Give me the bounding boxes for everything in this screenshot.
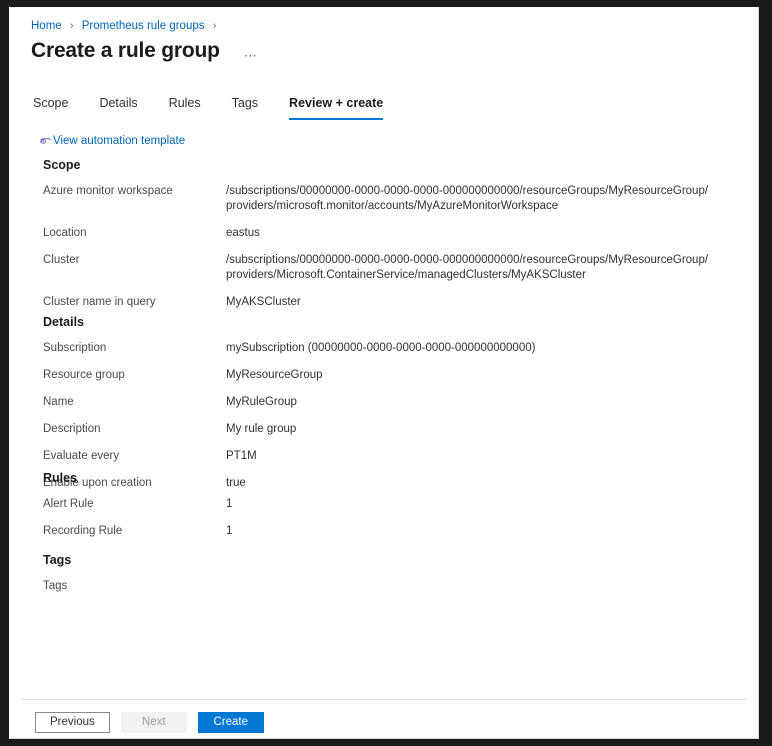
previous-button[interactable]: Previous xyxy=(35,712,110,733)
section-rules: Rules Alert Rule 1 Recording Rule 1 xyxy=(9,470,758,551)
row-label-resource-group: Resource group xyxy=(43,369,125,381)
row-value-azure-monitor-workspace: /subscriptions/00000000-0000-0000-0000-0… xyxy=(226,185,709,212)
section-heading-scope: Scope xyxy=(43,158,81,172)
section-heading-rules: Rules xyxy=(43,471,78,485)
table-row: Name MyRuleGroup xyxy=(9,395,727,422)
tab-review-create[interactable]: Review + create xyxy=(289,95,384,120)
breadcrumb: Home › Prometheus rule groups › xyxy=(31,19,221,33)
table-row: Resource group MyResourceGroup xyxy=(9,368,727,395)
row-label-cluster: Cluster xyxy=(43,254,80,266)
view-automation-template-link[interactable]: View automation template xyxy=(39,134,185,148)
row-value-cluster: /subscriptions/00000000-0000-0000-0000-0… xyxy=(226,254,709,281)
page-title: Create a rule group xyxy=(31,39,220,62)
row-value-tags xyxy=(226,579,727,606)
view-template-icon xyxy=(39,135,52,147)
table-row: Tags xyxy=(9,579,727,606)
row-label-name: Name xyxy=(43,396,74,408)
view-automation-template-label: View automation template xyxy=(53,135,186,147)
row-value-subscription: mySubscription (00000000-0000-0000-0000-… xyxy=(226,342,536,354)
table-row: Subscription mySubscription (00000000-00… xyxy=(9,341,727,368)
row-value-resource-group: MyResourceGroup xyxy=(226,369,323,381)
row-label-alert-rule: Alert Rule xyxy=(43,498,94,510)
section-tags: Tags Tags xyxy=(9,552,758,606)
window-frame: Home › Prometheus rule groups › Create a… xyxy=(0,0,772,746)
row-label-description: Description xyxy=(43,423,101,435)
row-label-tags: Tags xyxy=(43,580,68,592)
more-options-icon[interactable]: ⋯ xyxy=(240,49,262,63)
breadcrumb-separator-icon: › xyxy=(212,20,217,32)
table-row: Recording Rule 1 xyxy=(9,524,727,551)
breadcrumb-item-prometheus-rule-groups[interactable]: Prometheus rule groups xyxy=(82,20,205,32)
create-rule-group-blade: Home › Prometheus rule groups › Create a… xyxy=(9,7,759,739)
row-label-recording-rule: Recording Rule xyxy=(43,525,123,537)
wizard-tabs: Scope Details Rules Tags Review + create xyxy=(33,95,414,120)
row-value-description: My rule group xyxy=(226,423,297,435)
create-button[interactable]: Create xyxy=(197,712,264,733)
table-row: Alert Rule 1 xyxy=(9,497,727,524)
rules-summary-table: Alert Rule 1 Recording Rule 1 xyxy=(9,497,727,551)
row-label-azure-monitor-workspace: Azure monitor workspace xyxy=(43,185,173,197)
section-scope: Scope Azure monitor workspace /subscript… xyxy=(9,157,758,322)
table-row: Cluster /subscriptions/00000000-0000-000… xyxy=(9,253,727,295)
title-row: Create a rule group ⋯ xyxy=(31,38,262,64)
next-button: Next xyxy=(120,712,187,733)
row-value-location: eastus xyxy=(226,227,260,239)
row-label-subscription: Subscription xyxy=(43,342,107,354)
tab-scope[interactable]: Scope xyxy=(33,95,68,120)
footer-divider xyxy=(21,699,747,700)
tab-tags[interactable]: Tags xyxy=(232,95,258,120)
table-row: Azure monitor workspace /subscriptions/0… xyxy=(9,184,727,226)
row-label-location: Location xyxy=(43,227,87,239)
row-value-recording-rule: 1 xyxy=(226,525,233,537)
tags-summary-table: Tags xyxy=(9,579,727,606)
table-row: Description My rule group xyxy=(9,422,727,449)
section-heading-tags: Tags xyxy=(43,553,72,567)
wizard-footer: Previous Next Create xyxy=(35,712,275,733)
tab-details[interactable]: Details xyxy=(99,95,137,120)
breadcrumb-item-home[interactable]: Home xyxy=(31,20,62,32)
breadcrumb-separator-icon: › xyxy=(69,20,74,32)
row-value-name: MyRuleGroup xyxy=(226,396,297,408)
scope-summary-table: Azure monitor workspace /subscriptions/0… xyxy=(9,184,727,322)
section-heading-details: Details xyxy=(43,315,84,329)
tab-rules[interactable]: Rules xyxy=(169,95,201,120)
table-row: Location eastus xyxy=(9,226,727,253)
row-value-alert-rule: 1 xyxy=(226,498,233,510)
